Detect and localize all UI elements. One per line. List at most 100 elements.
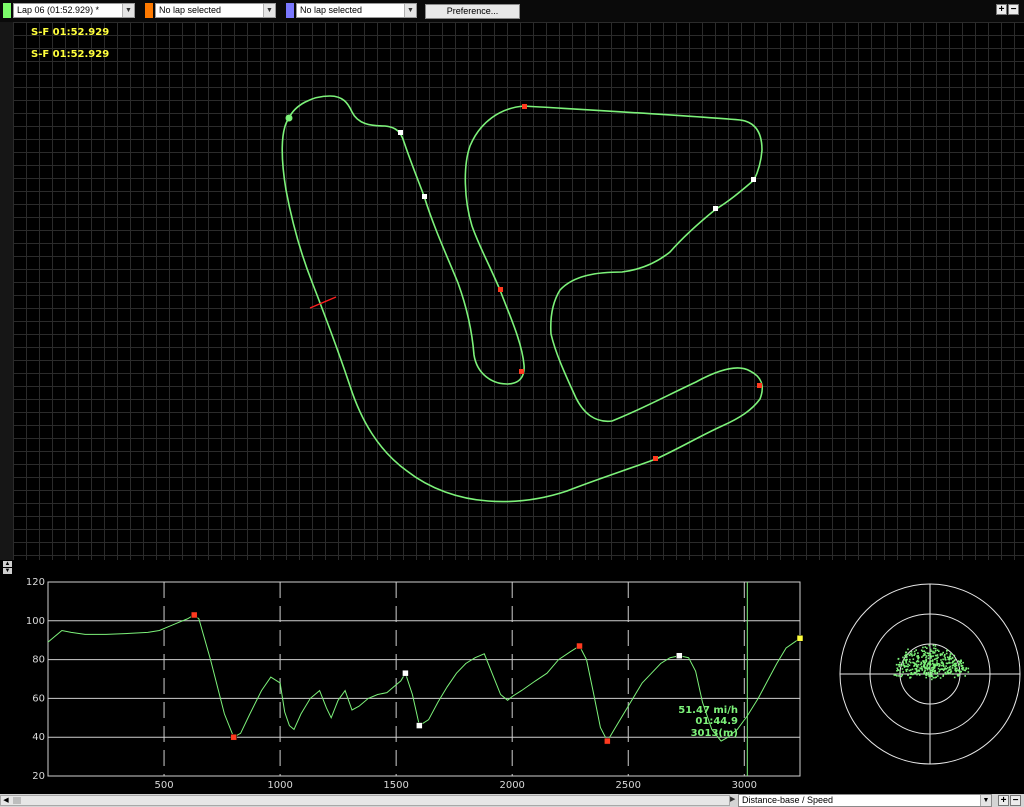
gg-point [933,647,935,650]
scroll-left-icon[interactable]: ◀ [1,796,11,805]
gg-point [927,654,930,657]
gg-point [928,667,930,670]
gg-point [931,660,934,662]
gg-point [942,674,945,677]
gg-point [916,673,918,676]
gg-point [952,664,955,666]
lap-select[interactable]: Lap 06 (01:52.929) * ▼ [13,3,135,18]
gg-point [933,667,936,669]
chevron-down-icon[interactable]: ▼ [980,795,991,806]
gg-point [954,663,957,665]
compare-lap-1-select[interactable]: No lap selected ▼ [155,3,276,18]
expand-up-icon[interactable]: ▲ [3,561,12,567]
gg-point [905,651,907,654]
gg-point [960,670,962,673]
track-map[interactable]: S-F 01:52.929 S-F 01:52.929 [13,22,1024,560]
panel-splitter[interactable]: ▲ ▼ [0,560,1024,574]
gg-point [941,664,943,667]
speed-marker [796,635,804,642]
gg-point [922,654,925,657]
gg-point [951,667,954,669]
gg-point [954,669,956,672]
x-tick-label: 1500 [383,780,408,791]
gg-point [915,660,918,663]
corner-marker [422,194,427,199]
compare-lap-2-select[interactable]: No lap selected ▼ [296,3,417,18]
x-tick-label: 1000 [267,780,292,791]
speed-graph[interactable]: 120 100 80 60 40 20 500 1000 1500 2000 2500 3000 5… [0,574,810,794]
gg-point [909,658,911,661]
gg-point [934,672,936,674]
gg-point [909,652,912,655]
cursor-speed-readout: 51.47 mi/h [678,705,738,716]
gg-point [919,667,921,669]
gg-point [932,650,934,653]
track-line [281,95,764,503]
gg-point [967,671,970,673]
gg-point [952,673,954,675]
preference-button[interactable]: Preference... [425,4,520,19]
gg-point [954,658,956,661]
view-select[interactable]: Distance-base / Speed ▼ [738,794,992,807]
gg-point [957,660,960,662]
gg-point [929,648,932,651]
gg-point [915,663,918,666]
gg-point [950,670,953,672]
gg-point [929,675,932,678]
gg-point [911,655,913,657]
gg-point [900,675,903,678]
gg-point [920,662,923,665]
gg-point [912,658,915,660]
gg-point [905,656,907,659]
gg-point [905,670,908,672]
chevron-down-icon[interactable]: ▼ [263,4,275,17]
gg-point [944,659,947,661]
gg-point [947,672,950,674]
zoom-out-button[interactable]: − [1008,4,1019,15]
play-icon[interactable]: ▶ [730,795,735,803]
graph-zoom-out-button[interactable]: − [1010,795,1021,806]
speed-marker [230,733,237,741]
scroll-thumb[interactable] [13,797,21,804]
y-tick-label: 80 [32,655,45,666]
gg-point [931,670,934,673]
gg-point [908,660,911,663]
gg-point [902,671,904,673]
zoom-in-button[interactable]: + [996,4,1007,15]
gg-point [906,668,909,671]
gg-point [942,658,944,661]
gg-point [905,662,908,664]
gg-point [932,655,934,657]
gg-point [923,662,926,665]
gg-point [901,668,904,670]
corner-marker [519,369,524,374]
gg-point [928,675,930,678]
gg-point [937,663,939,665]
speed-marker [190,611,198,619]
gg-point [907,663,909,666]
gg-diagram-svg [839,583,1021,765]
gg-point [911,653,913,655]
gg-point [963,669,966,671]
horizontal-scrollbar[interactable]: ◀ [0,795,730,806]
start-finish-line [309,296,337,309]
gg-point [932,676,935,679]
gg-point [936,654,938,657]
gg-point [945,665,947,667]
y-tick-label: 120 [26,577,45,588]
gg-point [931,678,933,681]
view-select-value: Distance-base / Speed [742,795,834,805]
gg-point [905,653,907,656]
gg-point [939,654,942,657]
gg-point [944,656,946,659]
y-tick-label: 100 [26,616,45,627]
lap-select-value: Lap 06 (01:52.929) * [17,5,100,15]
chevron-down-icon[interactable]: ▼ [404,4,416,17]
graph-zoom-in-button[interactable]: + [998,795,1009,806]
gg-point [925,666,927,669]
x-tick-label: 2500 [616,780,641,791]
gg-point [893,674,896,676]
chevron-down-icon[interactable]: ▼ [122,4,134,17]
gg-point [938,664,941,667]
speed-marker [576,642,583,650]
